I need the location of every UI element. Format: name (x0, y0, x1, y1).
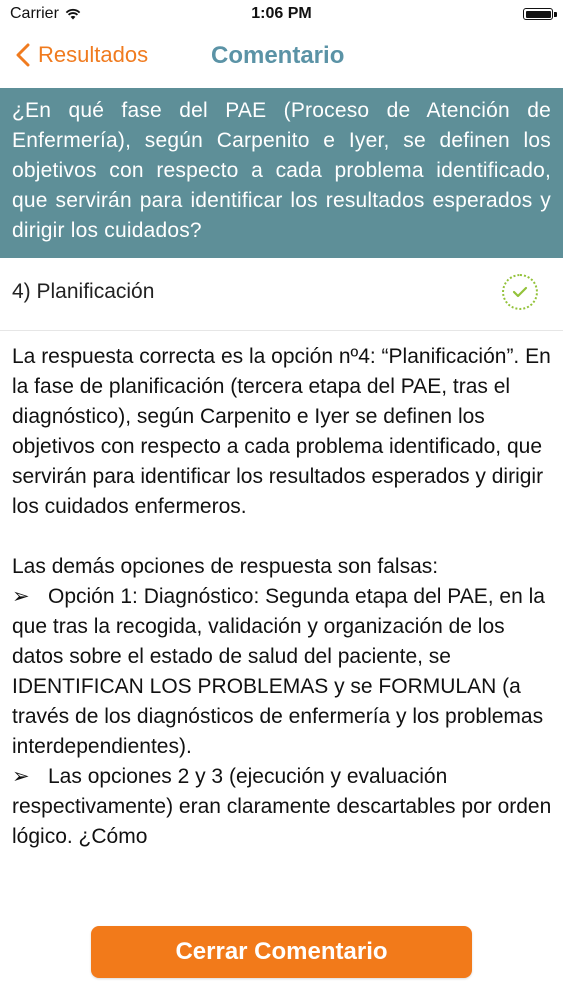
list-item-text: Opción 1: Diagnóstico: Segunda etapa del… (12, 585, 545, 758)
list-item: ➢ Las opciones 2 y 3 (ejecución y evaluac… (12, 762, 552, 852)
question-text: ¿En qué fase del PAE (Proceso de Atenció… (12, 99, 551, 242)
answer-text: 4) Planificación (12, 280, 155, 303)
page-title: Comentario (211, 42, 345, 69)
close-comment-button[interactable]: Cerrar Comentario (91, 926, 472, 978)
arrow-bullet-icon: ➢ (12, 765, 30, 788)
question-banner: ¿En qué fase del PAE (Proceso de Atenció… (0, 88, 563, 258)
arrow-bullet-icon: ➢ (12, 585, 30, 608)
answer-row: 4) Planificación (0, 258, 563, 331)
back-button[interactable]: Resultados (16, 42, 148, 68)
chevron-left-icon (16, 43, 30, 67)
comment-scroll-area[interactable]: La respuesta correcta es la opción nº4: … (0, 330, 563, 916)
list-item-text: Las opciones 2 y 3 (ejecución y evaluaci… (12, 765, 552, 848)
status-time: 1:06 PM (251, 5, 312, 22)
nav-bar: Resultados Comentario (0, 30, 563, 86)
status-bar: Carrier 1:06 PM (0, 0, 563, 30)
list-item: ➢ Opción 1: Diagnóstico: Segunda etapa de… (12, 582, 552, 762)
check-circle-icon (502, 274, 538, 310)
battery-icon (523, 8, 557, 20)
comment-paragraph: Las demás opciones de respuesta son fals… (12, 555, 439, 578)
comment-paragraph: La respuesta correcta es la opción nº4: … (12, 345, 551, 518)
back-label: Resultados (38, 42, 149, 67)
